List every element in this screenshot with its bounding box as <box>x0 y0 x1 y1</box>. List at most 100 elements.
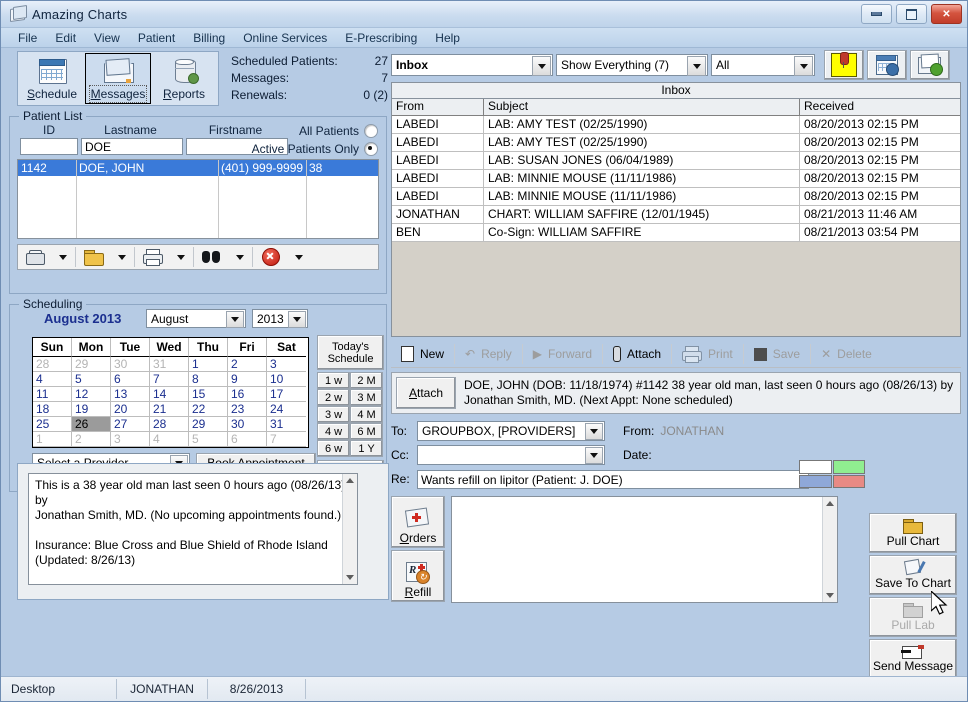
new-patient-tool[interactable] <box>18 246 74 268</box>
scroll-down-icon[interactable] <box>343 571 357 584</box>
calendar-day[interactable]: 1 <box>189 357 228 372</box>
column-header-from[interactable]: From <box>392 99 484 115</box>
calendar-day[interactable]: 27 <box>111 417 150 432</box>
to-select[interactable]: GROUPBOX, [PROVIDERS] <box>417 421 605 441</box>
todays-schedule-button[interactable]: Today's Schedule <box>317 335 384 370</box>
re-input[interactable]: Wants refill on lipitor (Patient: J. DOE… <box>417 470 809 489</box>
range-button[interactable]: 1 Y <box>350 440 383 457</box>
table-row[interactable]: LABEDILAB: MINNIE MOUSE (11/11/1986)08/2… <box>392 188 960 206</box>
column-header-received[interactable]: Received <box>800 99 960 115</box>
calendar[interactable]: Sun Mon Tue Wed Thu Fri Sat 282930311234… <box>32 337 309 448</box>
radio-all-patients-button[interactable] <box>364 124 378 138</box>
range-button[interactable]: 1 w <box>317 372 350 389</box>
radio-active-patients[interactable]: Active Patients Only <box>252 140 378 158</box>
summary-scrollbar[interactable] <box>342 474 357 584</box>
pull-lab-button[interactable]: Pull Lab <box>869 597 957 637</box>
calendar-day[interactable]: 5 <box>72 372 111 387</box>
scroll-up-icon[interactable] <box>823 497 837 510</box>
maximize-button[interactable] <box>896 4 927 24</box>
calendar-day[interactable]: 28 <box>150 417 189 432</box>
find-tool[interactable] <box>195 246 251 268</box>
calendar-back-button[interactable] <box>867 50 907 80</box>
calendar-day[interactable]: 31 <box>267 417 306 432</box>
calendar-day[interactable]: 8 <box>189 372 228 387</box>
scroll-down-icon[interactable] <box>823 589 837 602</box>
range-button[interactable]: 4 M <box>350 406 383 423</box>
chevron-down-icon[interactable] <box>687 56 706 76</box>
sticky-note-button[interactable] <box>824 50 864 80</box>
filter-select[interactable]: Show Everything (7) <box>556 54 708 76</box>
orders-button[interactable]: Orders <box>391 496 445 548</box>
swatch-blue[interactable] <box>799 475 832 489</box>
calendar-day[interactable]: 5 <box>189 432 228 447</box>
message-body-input[interactable] <box>451 496 838 603</box>
messages-button[interactable]: Messages <box>85 53 151 104</box>
chevron-down-icon[interactable] <box>226 311 244 328</box>
calendar-day[interactable]: 28 <box>33 357 72 372</box>
chevron-down-icon[interactable] <box>794 56 813 76</box>
scroll-up-icon[interactable] <box>343 474 357 487</box>
close-button[interactable]: ✕ <box>931 4 962 24</box>
menu-item-file[interactable]: File <box>9 30 46 46</box>
range-button[interactable]: 4 w <box>317 423 350 440</box>
calendar-day[interactable]: 4 <box>150 432 189 447</box>
menu-item-patient[interactable]: Patient <box>129 30 184 46</box>
calendar-day[interactable]: 18 <box>33 402 72 417</box>
patient-results-grid[interactable]: 1142 DOE, JOHN (401) 999-9999 38 <box>17 159 379 239</box>
attach-button[interactable]: Attach <box>396 377 456 409</box>
column-header-subject[interactable]: Subject <box>484 99 800 115</box>
calendar-day[interactable]: 23 <box>228 402 267 417</box>
table-row[interactable]: LABEDILAB: AMY TEST (02/25/1990)08/20/20… <box>392 134 960 152</box>
menu-item-edit[interactable]: Edit <box>46 30 85 46</box>
find-dropdown-icon[interactable] <box>229 246 251 268</box>
folder-select[interactable]: Inbox <box>391 54 553 76</box>
refill-button[interactable]: R↻ Refill <box>391 550 445 602</box>
range-button[interactable]: 2 w <box>317 389 350 406</box>
forward-button[interactable]: ▶ Forward <box>523 342 602 366</box>
calendar-day[interactable]: 22 <box>189 402 228 417</box>
inbox-message-list[interactable]: LABEDILAB: AMY TEST (02/25/1990)08/20/20… <box>392 116 960 336</box>
calendar-day[interactable]: 21 <box>150 402 189 417</box>
schedule-button[interactable]: Schedule <box>19 53 85 104</box>
calendar-day[interactable]: 16 <box>228 387 267 402</box>
calendar-day[interactable]: 6 <box>111 372 150 387</box>
pull-chart-button[interactable]: Pull Chart <box>869 513 957 553</box>
swatch-green[interactable] <box>833 460 866 474</box>
swatch-red[interactable] <box>833 475 866 489</box>
calendar-day[interactable]: 29 <box>189 417 228 432</box>
calendar-day[interactable]: 3 <box>111 432 150 447</box>
cc-select[interactable] <box>417 445 605 465</box>
calendar-day[interactable]: 7 <box>267 432 306 447</box>
menu-item-e-prescribing[interactable]: E-Prescribing <box>336 30 426 46</box>
table-row[interactable]: LABEDILAB: AMY TEST (02/25/1990)08/20/20… <box>392 116 960 134</box>
open-chart-tool[interactable] <box>77 246 133 268</box>
menu-item-billing[interactable]: Billing <box>184 30 234 46</box>
calendar-day[interactable]: 12 <box>72 387 111 402</box>
calendar-day[interactable]: 4 <box>33 372 72 387</box>
chevron-down-icon[interactable] <box>585 447 603 464</box>
open-chart-dropdown-icon[interactable] <box>111 246 133 268</box>
delete-message-button[interactable]: ✕ Delete <box>811 342 882 366</box>
calendar-day[interactable]: 14 <box>150 387 189 402</box>
delete-dropdown-icon[interactable] <box>288 246 310 268</box>
calendar-day[interactable]: 11 <box>33 387 72 402</box>
print-dropdown-icon[interactable] <box>170 246 192 268</box>
refresh-messages-button[interactable] <box>910 50 950 80</box>
calendar-day[interactable]: 6 <box>228 432 267 447</box>
table-row[interactable]: BENCo-Sign: WILLIAM SAFFIRE08/21/2013 03… <box>392 224 960 242</box>
send-message-button[interactable]: Send Message <box>869 639 957 679</box>
reply-button[interactable]: ↶ Reply <box>455 342 522 366</box>
swatch-white[interactable] <box>799 460 832 474</box>
menu-item-help[interactable]: Help <box>426 30 469 46</box>
minimize-button[interactable] <box>861 4 892 24</box>
calendar-day[interactable]: 1 <box>33 432 72 447</box>
range-button[interactable]: 3 M <box>350 389 383 406</box>
range-button[interactable]: 2 M <box>350 372 383 389</box>
table-row[interactable]: 1142 DOE, JOHN (401) 999-9999 38 <box>18 160 378 176</box>
calendar-day[interactable]: 19 <box>72 402 111 417</box>
table-row[interactable]: JONATHANCHART: WILLIAM SAFFIRE (12/01/19… <box>392 206 960 224</box>
save-to-chart-button[interactable]: Save To Chart <box>869 555 957 595</box>
radio-all-patients[interactable]: All Patients <box>252 122 378 140</box>
delete-tool[interactable] <box>254 246 310 268</box>
print-message-button[interactable]: Print <box>672 342 743 366</box>
